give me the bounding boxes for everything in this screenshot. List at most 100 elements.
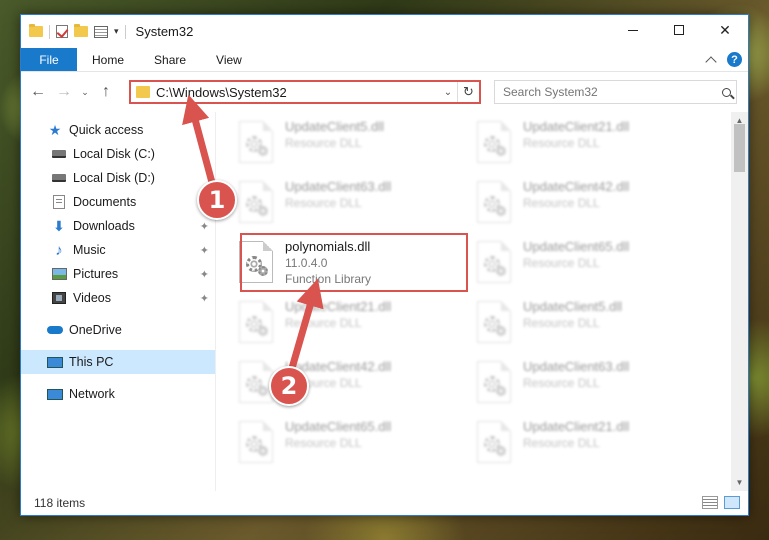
- navigation-pane: ★ Quick access Local Disk (C:) Local Dis…: [21, 112, 216, 491]
- disk-icon: [51, 147, 67, 161]
- star-icon: ★: [48, 121, 62, 138]
- sidebar-item-label: Music: [73, 243, 106, 257]
- dll-file-icon: [239, 121, 273, 163]
- navigation-bar: ← → ⌄ ↑ C:\Windows\System32 ⌄ ↻: [21, 72, 748, 112]
- ribbon-tabs: File Home Share View ?: [21, 48, 748, 72]
- details-view-button[interactable]: [702, 496, 718, 509]
- file-item[interactable]: UpdateClient5.dll Resource DLL: [231, 114, 459, 170]
- address-dropdown-button[interactable]: ⌄: [439, 87, 457, 98]
- file-name: UpdateClient65.dll: [285, 419, 392, 434]
- search-input[interactable]: [503, 85, 716, 99]
- file-explorer-window: ▾ System32 ✕ File Home Share View ? ← → …: [20, 14, 749, 516]
- file-type: Resource DLL: [285, 136, 362, 150]
- properties-list-icon[interactable]: [94, 25, 108, 38]
- disk-icon: [51, 171, 67, 185]
- tab-view[interactable]: View: [201, 48, 257, 71]
- file-item[interactable]: UpdateClient42.dll Resource DLL: [231, 354, 459, 410]
- file-name: UpdateClient21.dll: [285, 299, 392, 314]
- search-box: [494, 80, 737, 104]
- pin-icon[interactable]: ✦: [200, 292, 209, 305]
- sidebar-item-pictures[interactable]: Pictures ✦: [21, 262, 215, 286]
- expand-ribbon-icon[interactable]: [705, 55, 717, 68]
- file-item-polynomials-dll[interactable]: polynomials.dll 11.0.4.0 Function Librar…: [231, 234, 459, 290]
- tiles-view-button[interactable]: [724, 496, 740, 509]
- file-version: 11.0.4.0: [285, 256, 328, 270]
- pin-icon[interactable]: ✦: [200, 268, 209, 281]
- file-type: Resource DLL: [285, 436, 362, 450]
- dll-file-icon: [239, 181, 273, 223]
- file-item[interactable]: UpdateClient21.dll Resource DLL: [231, 294, 459, 350]
- file-item[interactable]: UpdateClient42.dll Resource DLL: [469, 174, 697, 230]
- minimize-icon: [628, 29, 638, 31]
- file-name: UpdateClient5.dll: [523, 299, 623, 314]
- customize-toolbar-dropdown[interactable]: ▾: [114, 26, 119, 37]
- tab-share[interactable]: Share: [139, 48, 201, 71]
- videos-icon: [51, 291, 67, 305]
- scrollbar-thumb[interactable]: [734, 124, 745, 172]
- properties-check-icon[interactable]: [56, 25, 68, 38]
- tab-file[interactable]: File: [21, 48, 77, 71]
- sidebar-item-network[interactable]: Network: [21, 382, 215, 406]
- sidebar-item-this-pc[interactable]: This PC: [21, 350, 215, 374]
- refresh-button[interactable]: ↻: [457, 82, 479, 102]
- address-path[interactable]: C:\Windows\System32: [156, 85, 439, 100]
- sidebar-item-documents[interactable]: Documents: [21, 190, 215, 214]
- recent-locations-dropdown[interactable]: ⌄: [79, 87, 91, 98]
- dll-file-icon: [477, 421, 511, 463]
- dll-file-icon: [477, 121, 511, 163]
- file-description: Function Library: [285, 272, 372, 286]
- file-item[interactable]: UpdateClient21.dll Resource DLL: [469, 114, 697, 170]
- documents-icon: [51, 195, 67, 209]
- sidebar-item-label: Local Disk (D:): [73, 171, 155, 185]
- status-bar: 118 items: [21, 491, 748, 515]
- step-badge-2: 2: [269, 366, 309, 406]
- sidebar-item-music[interactable]: ♪ Music ✦: [21, 238, 215, 262]
- scroll-down-button[interactable]: ▼: [731, 474, 748, 491]
- minimize-button[interactable]: [610, 15, 656, 45]
- sidebar-item-local-disk-c[interactable]: Local Disk (C:): [21, 142, 215, 166]
- up-button[interactable]: ↑: [95, 81, 117, 103]
- file-type: Resource DLL: [523, 436, 600, 450]
- sidebar-item-downloads[interactable]: ⬇ Downloads ✦: [21, 214, 215, 238]
- back-button[interactable]: ←: [27, 81, 49, 103]
- dll-file-icon: [239, 241, 273, 283]
- file-item[interactable]: UpdateClient63.dll Resource DLL: [469, 354, 697, 410]
- sidebar-item-label: This PC: [69, 355, 114, 369]
- sidebar-item-quick-access[interactable]: ★ Quick access: [21, 118, 215, 142]
- window-title: System32: [135, 24, 194, 39]
- pin-icon[interactable]: ✦: [200, 244, 209, 257]
- music-icon: ♪: [55, 241, 63, 259]
- toolbar-divider: [124, 24, 126, 39]
- file-item[interactable]: UpdateClient5.dll Resource DLL: [469, 294, 697, 350]
- step-badge-1: 1: [197, 180, 237, 220]
- tab-home[interactable]: Home: [77, 48, 139, 71]
- file-type: Resource DLL: [285, 316, 362, 330]
- sidebar-item-videos[interactable]: Videos ✦: [21, 286, 215, 310]
- file-item[interactable]: UpdateClient63.dll Resource DLL: [231, 174, 459, 230]
- file-item[interactable]: UpdateClient21.dll Resource DLL: [469, 414, 697, 470]
- dll-file-icon: [477, 241, 511, 283]
- sidebar-item-onedrive[interactable]: OneDrive: [21, 318, 215, 342]
- view-toggle: [702, 496, 740, 509]
- file-item[interactable]: UpdateClient65.dll Resource DLL: [469, 234, 697, 290]
- pin-icon[interactable]: ✦: [200, 220, 209, 233]
- folder-icon: [136, 86, 150, 98]
- file-name: polynomials.dll: [285, 239, 371, 254]
- forward-button[interactable]: →: [53, 81, 75, 103]
- close-button[interactable]: ✕: [702, 15, 748, 45]
- title-bar: ▾ System32 ✕: [21, 15, 748, 48]
- file-type: Resource DLL: [523, 256, 600, 270]
- address-bar[interactable]: C:\Windows\System32 ⌄ ↻: [129, 80, 481, 104]
- vertical-scrollbar[interactable]: ▲ ▼: [731, 112, 748, 491]
- new-folder-icon[interactable]: [74, 24, 88, 37]
- window-controls: ✕: [610, 15, 748, 45]
- file-name: UpdateClient63.dll: [523, 359, 630, 374]
- file-list: UpdateClient5.dll Resource DLL UpdateClie…: [216, 112, 748, 491]
- dll-file-icon: [477, 361, 511, 403]
- file-type: Resource DLL: [523, 376, 600, 390]
- maximize-button[interactable]: [656, 15, 702, 45]
- sidebar-item-local-disk-d[interactable]: Local Disk (D:): [21, 166, 215, 190]
- search-icon[interactable]: [716, 87, 736, 97]
- help-icon[interactable]: ?: [727, 52, 742, 67]
- file-item[interactable]: UpdateClient65.dll Resource DLL: [231, 414, 459, 470]
